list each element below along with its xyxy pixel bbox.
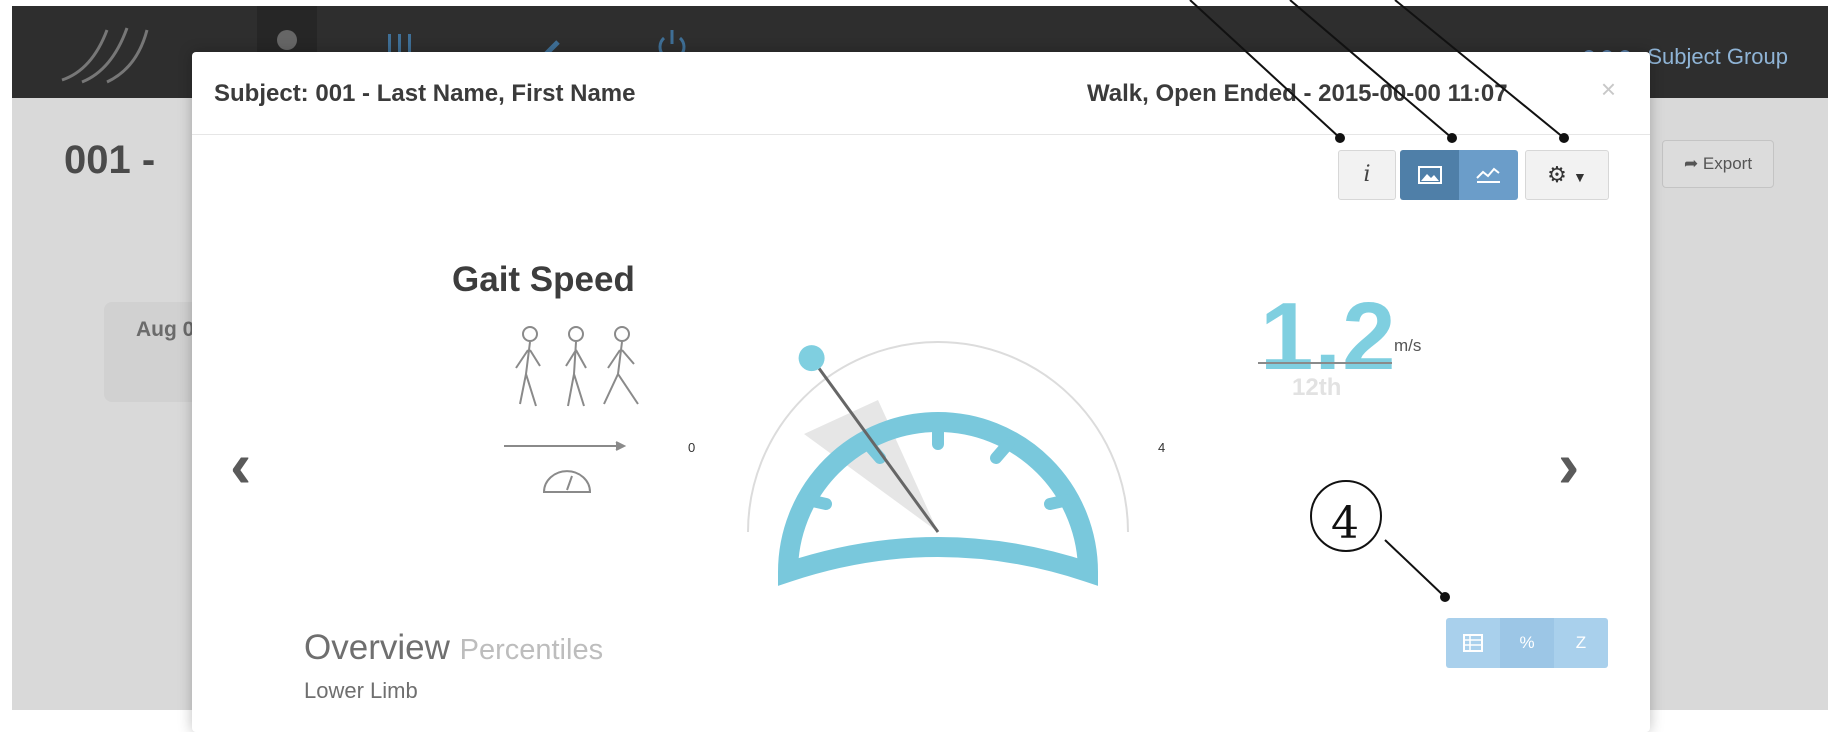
- gauge-min-label: 0: [688, 440, 696, 455]
- metric-unit: m/s: [1394, 336, 1422, 355]
- gauge-chart: [747, 341, 1129, 586]
- close-button[interactable]: ×: [1601, 74, 1616, 105]
- display-mode-group: % Z: [1446, 618, 1608, 668]
- gauge-max-label: 4: [1158, 440, 1166, 455]
- export-button[interactable]: ➦ Export: [1662, 140, 1774, 188]
- next-metric-button[interactable]: ›: [1558, 428, 1579, 502]
- value-underline: [1258, 362, 1392, 364]
- walking-figures-icon: [504, 326, 639, 493]
- gear-icon: ⚙: [1547, 162, 1567, 187]
- subject-group-label: Subject Group: [1647, 44, 1788, 69]
- date-card-date: Aug 0: [136, 318, 195, 341]
- table-mode-button[interactable]: [1446, 618, 1500, 668]
- metric-title: Gait Speed: [452, 260, 635, 299]
- settings-dropdown-button[interactable]: ⚙ ▼: [1525, 150, 1609, 200]
- modal-header: Subject: 001 - Last Name, First Name Wal…: [192, 52, 1650, 135]
- overview-heading: Overview Percentiles: [304, 628, 603, 668]
- share-arrow-icon: ➦: [1683, 154, 1699, 173]
- chart-view-button[interactable]: [1459, 150, 1518, 200]
- subject-label: Subject: 001 - Last Name, First Name: [214, 80, 636, 107]
- table-icon: [1463, 634, 1483, 652]
- subject-group-link[interactable]: Subject Group: [1583, 44, 1788, 70]
- view-toggle-group: [1400, 150, 1518, 200]
- gauge-needle-knob: [798, 345, 825, 372]
- metric-percentile: 12th: [1292, 374, 1342, 401]
- annotation-callout-number: 4: [1331, 498, 1359, 549]
- overview-title: Overview: [304, 628, 450, 667]
- session-label: Walk, Open Ended - 2015-00-00 11:07: [1087, 80, 1508, 107]
- caret-down-icon: ▼: [1573, 169, 1587, 185]
- page-title: 001 -: [64, 138, 156, 182]
- export-label: Export: [1702, 154, 1753, 173]
- previous-metric-button[interactable]: ‹: [230, 428, 251, 502]
- image-view-button[interactable]: [1400, 150, 1459, 200]
- info-button[interactable]: i: [1338, 150, 1396, 200]
- line-chart-icon: [1476, 167, 1500, 183]
- metric-modal: Subject: 001 - Last Name, First Name Wal…: [192, 52, 1650, 732]
- image-icon: [1418, 166, 1442, 184]
- overview-section-label: Lower Limb: [304, 678, 418, 703]
- z-score-mode-button[interactable]: Z: [1554, 618, 1608, 668]
- overview-subtitle: Percentiles: [459, 634, 604, 666]
- logo-icon: [61, 27, 149, 84]
- percent-mode-button[interactable]: %: [1500, 618, 1554, 668]
